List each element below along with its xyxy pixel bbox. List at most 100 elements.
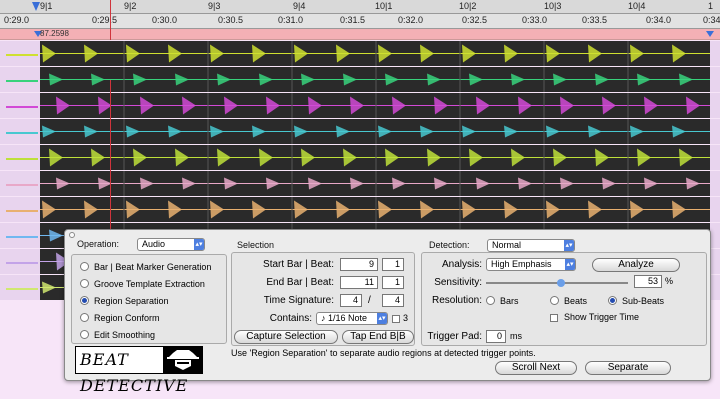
- radio-button-selected[interactable]: [80, 296, 89, 305]
- radio-label: Bars: [500, 295, 519, 306]
- track-header[interactable]: [0, 41, 40, 66]
- radio-button[interactable]: [80, 313, 89, 322]
- track-header[interactable]: [0, 93, 40, 118]
- triplet-checkbox[interactable]: [392, 315, 400, 323]
- audio-region[interactable]: [40, 197, 710, 222]
- detection-label: Detection:: [429, 240, 470, 250]
- radio-bars[interactable]: Bars: [486, 294, 519, 307]
- track-header[interactable]: [0, 119, 40, 144]
- detection-select-value: Normal: [492, 240, 522, 250]
- chevron-down-icon: ▴▾: [377, 313, 387, 324]
- audio-region[interactable]: [40, 171, 710, 196]
- contains-select[interactable]: ♪ 1/16 Note ▴▾: [316, 312, 388, 325]
- radio-sub-beats[interactable]: Sub-Beats: [608, 294, 664, 307]
- track-color-strip: [6, 183, 38, 186]
- end-beat-field[interactable]: 1: [382, 276, 404, 289]
- track-color-strip: [6, 261, 38, 264]
- analysis-select[interactable]: High Emphasis ▴▾: [486, 258, 576, 271]
- track-end-strip: [710, 93, 720, 118]
- bar-label: 10|1: [375, 1, 393, 11]
- radio-button[interactable]: [550, 296, 559, 305]
- sensitivity-unit: %: [665, 276, 674, 286]
- radio-button[interactable]: [486, 296, 495, 305]
- tempo-ruler[interactable]: 87.2598: [0, 29, 720, 40]
- track-header[interactable]: [0, 171, 40, 196]
- separate-button[interactable]: Separate: [585, 361, 671, 375]
- bar-label: 10|2: [459, 1, 477, 11]
- operation-select[interactable]: Audio ▴▾: [137, 238, 205, 251]
- hint-text: Use 'Region Separation' to separate audi…: [231, 348, 536, 358]
- radio-button[interactable]: [80, 262, 89, 271]
- radio-region-conform[interactable]: Region Conform: [80, 311, 160, 324]
- timecode-ruler[interactable]: 0:29.0 0:29.5 0:30.0 0:30.5 0:31.0 0:31.…: [0, 14, 720, 29]
- capture-selection-button[interactable]: Capture Selection: [234, 330, 338, 344]
- time-label: 0:32.5: [462, 15, 488, 25]
- bar-label: 9|1: [40, 1, 53, 11]
- track-end-strip: [710, 67, 720, 92]
- waveform: [40, 145, 710, 170]
- sensitivity-field[interactable]: 53: [634, 275, 662, 288]
- track-end-strip: [710, 145, 720, 170]
- analysis-label: Analysis:: [441, 259, 482, 270]
- analyze-button[interactable]: Analyze: [592, 258, 680, 272]
- time-label: 0:33.0: [522, 15, 548, 25]
- track-header[interactable]: [0, 223, 40, 248]
- show-trigger-time-label: Show Trigger Time: [564, 312, 640, 322]
- track-color-strip: [6, 157, 38, 160]
- audio-region[interactable]: [40, 67, 710, 92]
- time-label: 0:34.0: [646, 15, 672, 25]
- radio-label: Region Separation: [94, 295, 169, 306]
- contains-select-value: ♪ 1/16 Note: [321, 313, 368, 323]
- track-end-strip: [710, 249, 720, 274]
- track-header[interactable]: [0, 275, 40, 300]
- radio-button-selected[interactable]: [608, 296, 617, 305]
- track-header[interactable]: [0, 145, 40, 170]
- radio-beats[interactable]: Beats: [550, 294, 587, 307]
- time-label: 0:31.5: [340, 15, 366, 25]
- bar-label: 9|2: [124, 1, 137, 11]
- detection-select[interactable]: Normal ▴▾: [487, 239, 575, 252]
- radio-groove-template[interactable]: Groove Template Extraction: [80, 277, 205, 290]
- time-sig-denominator-field[interactable]: 4: [382, 294, 404, 307]
- time-label: 0:30.5: [218, 15, 244, 25]
- chevron-down-icon: ▴▾: [564, 240, 574, 251]
- radio-region-separation[interactable]: Region Separation: [80, 294, 169, 307]
- radio-label: Groove Template Extraction: [94, 278, 205, 289]
- sensitivity-slider-thumb[interactable]: [557, 279, 565, 287]
- selection-group: Start Bar | Beat: 9 1 End Bar | Beat: 11…: [231, 252, 415, 346]
- radio-bar-beat-marker[interactable]: Bar | Beat Marker Generation: [80, 260, 211, 273]
- close-icon[interactable]: [69, 232, 75, 238]
- start-bar-field[interactable]: 9: [340, 258, 378, 271]
- scroll-next-button[interactable]: Scroll Next: [495, 361, 577, 375]
- analysis-select-value: High Emphasis: [491, 259, 552, 269]
- radio-edit-smoothing[interactable]: Edit Smoothing: [80, 328, 155, 341]
- bar-beat-ruler[interactable]: 9|1 9|2 9|3 9|4 10|1 10|2 10|3 10|4 1: [0, 0, 720, 14]
- radio-button[interactable]: [80, 279, 89, 288]
- time-sig-slash: /: [368, 295, 371, 306]
- audio-region[interactable]: [40, 41, 710, 66]
- tempo-end-marker-icon[interactable]: [706, 31, 714, 37]
- tap-end-button[interactable]: Tap End B|B: [342, 330, 414, 344]
- start-beat-field[interactable]: 1: [382, 258, 404, 271]
- show-trigger-time-checkbox[interactable]: [550, 314, 558, 322]
- detective-icon: [163, 346, 203, 374]
- radio-label: Beats: [564, 295, 588, 306]
- audio-region[interactable]: [40, 119, 710, 144]
- bar-label: 10|3: [544, 1, 562, 11]
- end-bar-field[interactable]: 11: [340, 276, 378, 289]
- track-end-strip: [710, 41, 720, 66]
- track-header[interactable]: [0, 249, 40, 274]
- time-sig-numerator-field[interactable]: 4: [340, 294, 362, 307]
- track-end-strip: [710, 223, 720, 248]
- trigger-pad-field[interactable]: 0: [486, 330, 506, 343]
- triplet-label: 3: [403, 313, 409, 323]
- playhead[interactable]: [110, 0, 111, 40]
- track-color-strip: [6, 105, 38, 108]
- audio-region[interactable]: [40, 145, 710, 170]
- chevron-down-icon: ▴▾: [194, 239, 204, 250]
- track-color-strip: [6, 235, 38, 238]
- track-header[interactable]: [0, 67, 40, 92]
- radio-button[interactable]: [80, 330, 89, 339]
- track-header[interactable]: [0, 197, 40, 222]
- audio-region[interactable]: [40, 93, 710, 118]
